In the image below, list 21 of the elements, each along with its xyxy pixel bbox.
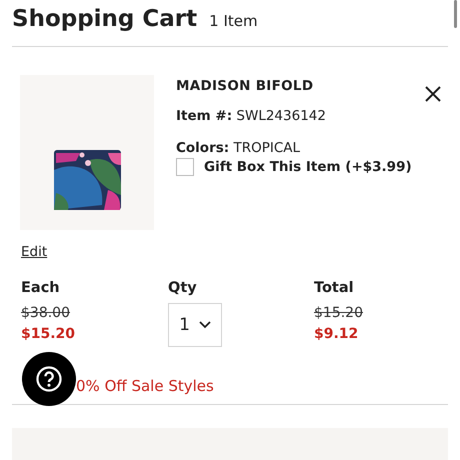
help-icon: [36, 366, 62, 392]
quantity-select[interactable]: 1: [168, 303, 222, 347]
edit-link[interactable]: Edit: [21, 244, 48, 260]
promo-text: 0% Off Sale Styles: [76, 377, 214, 395]
gift-box-label: Gift Box This Item (+$3.99): [204, 159, 412, 175]
page-title: Shopping Cart: [12, 6, 198, 32]
original-price: $15.20: [314, 305, 363, 321]
close-icon[interactable]: [424, 85, 442, 103]
help-button[interactable]: [22, 352, 76, 406]
product-name: MADISON BIFOLD: [176, 78, 314, 94]
column-heading: Each: [21, 280, 61, 296]
sale-price: $9.12: [314, 326, 358, 342]
chevron-down-icon: [198, 321, 211, 329]
sale-price: $15.20: [21, 326, 76, 342]
item-count: 1 Item: [209, 12, 258, 30]
item-number: Item #: SWL2436142: [176, 108, 327, 124]
original-price: $38.00: [21, 305, 70, 321]
gift-box-checkbox[interactable]: [176, 158, 194, 176]
column-heading: Total: [314, 280, 355, 296]
column-heading: Qty: [168, 280, 198, 296]
product-color: Colors: TROPICAL: [176, 140, 302, 156]
